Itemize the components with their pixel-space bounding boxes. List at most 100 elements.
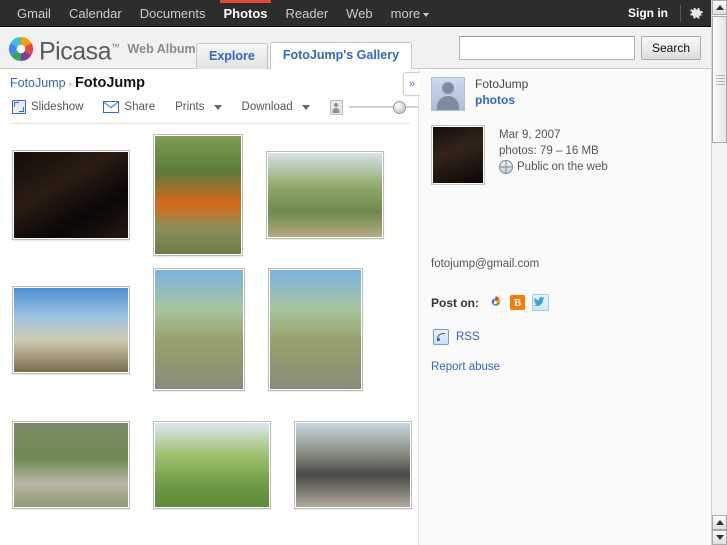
album-visibility: Public on the web bbox=[499, 159, 608, 175]
slideshow-button[interactable]: Slideshow bbox=[10, 97, 93, 117]
prints-menu[interactable]: Prints bbox=[165, 97, 231, 117]
photo-image bbox=[155, 270, 243, 389]
album-content: FotoJump › FotoJump Slideshow Share Prints bbox=[0, 69, 418, 545]
search-button[interactable]: Search bbox=[640, 36, 701, 60]
google-services-nav: Gmail Calendar Documents Photos Reader W… bbox=[8, 0, 433, 27]
photo-van-garage-jump[interactable] bbox=[12, 420, 130, 509]
slider-track[interactable] bbox=[348, 101, 418, 114]
owner-text: FotoJump photos bbox=[475, 77, 528, 108]
gbar-link-photos[interactable]: Photos bbox=[214, 0, 276, 27]
sign-in-link[interactable]: Sign in bbox=[616, 0, 680, 27]
scroll-up-arrow[interactable] bbox=[712, 0, 727, 15]
collapse-sidebar-button[interactable]: » bbox=[403, 72, 420, 96]
twitter-icon[interactable] bbox=[532, 294, 549, 311]
album-sidebar: » FotoJump photos Mar 9, 2007 photos: 79… bbox=[403, 69, 711, 545]
search-area: Search bbox=[458, 36, 701, 60]
album-info: Mar 9, 2007 photos: 79 – 16 MB Public on… bbox=[431, 125, 608, 185]
photo-grid bbox=[10, 127, 412, 545]
gbar-link-calendar[interactable]: Calendar bbox=[60, 0, 131, 27]
photo-cell bbox=[12, 397, 130, 532]
scroll-up-arrow-bottom[interactable] bbox=[712, 515, 727, 530]
gbar-link-web[interactable]: Web bbox=[337, 0, 382, 27]
tab-fotojumps-gallery[interactable]: FotoJump's Gallery bbox=[269, 42, 413, 69]
photo-image bbox=[14, 151, 128, 238]
album-toolbar: Slideshow Share Prints Download bbox=[10, 95, 418, 124]
album-visibility-label: Public on the web bbox=[517, 161, 608, 173]
picasa-wordmark: Picasa™ bbox=[39, 37, 120, 66]
photo-cell bbox=[266, 127, 384, 262]
photo-image bbox=[155, 422, 269, 507]
photo-image bbox=[270, 270, 361, 389]
photo-row bbox=[10, 397, 412, 532]
owner-email: fotojump@gmail.com bbox=[431, 258, 540, 270]
chevron-down-icon bbox=[213, 104, 222, 110]
picasa-header: Picasa™ Web Albums Explore FotoJump's Ga… bbox=[0, 28, 711, 69]
gear-icon[interactable] bbox=[681, 0, 711, 27]
scrollbar-thumb[interactable] bbox=[712, 16, 727, 143]
photo-cell bbox=[268, 262, 363, 397]
blogger-icon[interactable]: B bbox=[510, 295, 525, 310]
photo-cell bbox=[153, 262, 245, 397]
prints-label: Prints bbox=[175, 101, 205, 113]
photo-cell bbox=[153, 397, 271, 532]
rss-link[interactable]: RSS bbox=[433, 329, 480, 345]
thumbnail-size-slider[interactable] bbox=[329, 98, 418, 117]
tab-explore[interactable]: Explore bbox=[196, 43, 268, 69]
album-date: Mar 9, 2007 bbox=[499, 129, 561, 141]
post-on-row: Post on: B bbox=[431, 294, 549, 311]
photo-cell bbox=[294, 532, 412, 545]
photo-cell bbox=[12, 127, 130, 262]
photo-picnic-table-jump-b[interactable] bbox=[268, 268, 363, 391]
gbar-link-gmail[interactable]: Gmail bbox=[8, 0, 60, 27]
picasa-aperture-icon bbox=[8, 36, 34, 62]
trademark-symbol: ™ bbox=[111, 42, 120, 52]
album-thumbnail[interactable] bbox=[431, 125, 485, 185]
page-title: FotoJump bbox=[74, 75, 146, 91]
photo-night-jump-fire[interactable] bbox=[12, 149, 130, 240]
photo-two-jumpers-grass[interactable] bbox=[153, 420, 271, 509]
rss-icon bbox=[433, 329, 449, 345]
photo-row bbox=[10, 262, 412, 397]
person-small-icon bbox=[329, 99, 343, 115]
photo-image bbox=[14, 287, 128, 372]
slideshow-icon bbox=[12, 100, 26, 114]
album-meta: Mar 9, 2007 photos: 79 – 16 MB Public on… bbox=[499, 125, 608, 175]
photo-cell bbox=[153, 532, 271, 545]
share-button[interactable]: Share bbox=[93, 97, 165, 117]
triangle-up-icon bbox=[715, 5, 724, 10]
breadcrumb: FotoJump › FotoJump bbox=[10, 75, 145, 93]
page-scrollbar[interactable] bbox=[711, 0, 727, 545]
picasa-logo[interactable]: Picasa™ Web Albums bbox=[8, 34, 203, 64]
post-on-label: Post on: bbox=[431, 295, 479, 310]
scroll-down-arrow[interactable] bbox=[712, 530, 727, 545]
photo-image bbox=[155, 135, 241, 254]
photo-van-dish-jump[interactable] bbox=[12, 285, 130, 374]
report-abuse-link[interactable]: Report abuse bbox=[431, 361, 500, 373]
gbar-more-menu[interactable]: more bbox=[382, 0, 434, 27]
album-stats: photos: 79 – 16 MB bbox=[499, 145, 599, 157]
main-area: FotoJump › FotoJump Slideshow Share Prints bbox=[0, 69, 711, 545]
photo-image bbox=[296, 422, 410, 507]
photo-hill-jump-tripod[interactable] bbox=[266, 150, 384, 239]
google-top-bar: Gmail Calendar Documents Photos Reader W… bbox=[0, 0, 711, 27]
gbar-link-documents[interactable]: Documents bbox=[131, 0, 215, 27]
photo-car-trunk-jump[interactable] bbox=[294, 420, 412, 509]
slideshow-label: Slideshow bbox=[31, 101, 84, 113]
google-bar-right: Sign in bbox=[616, 0, 711, 27]
gbar-link-reader[interactable]: Reader bbox=[277, 0, 338, 27]
triangle-down-icon bbox=[715, 535, 724, 540]
rss-label: RSS bbox=[456, 331, 480, 343]
download-menu[interactable]: Download bbox=[232, 97, 320, 117]
photo-cell bbox=[384, 127, 412, 262]
avatar[interactable] bbox=[431, 77, 465, 111]
photo-picnic-table-jump-a[interactable] bbox=[153, 268, 245, 391]
product-subtitle: Web Albums bbox=[127, 42, 203, 57]
search-input[interactable] bbox=[458, 36, 635, 60]
slider-handle[interactable] bbox=[392, 101, 406, 114]
owner-photos-link[interactable]: photos bbox=[475, 92, 528, 108]
download-label: Download bbox=[241, 101, 293, 113]
chevron-down-icon bbox=[423, 12, 430, 17]
buzz-icon[interactable] bbox=[488, 295, 503, 310]
breadcrumb-parent[interactable]: FotoJump bbox=[10, 76, 66, 90]
photo-bonfire-jump[interactable] bbox=[153, 133, 243, 256]
